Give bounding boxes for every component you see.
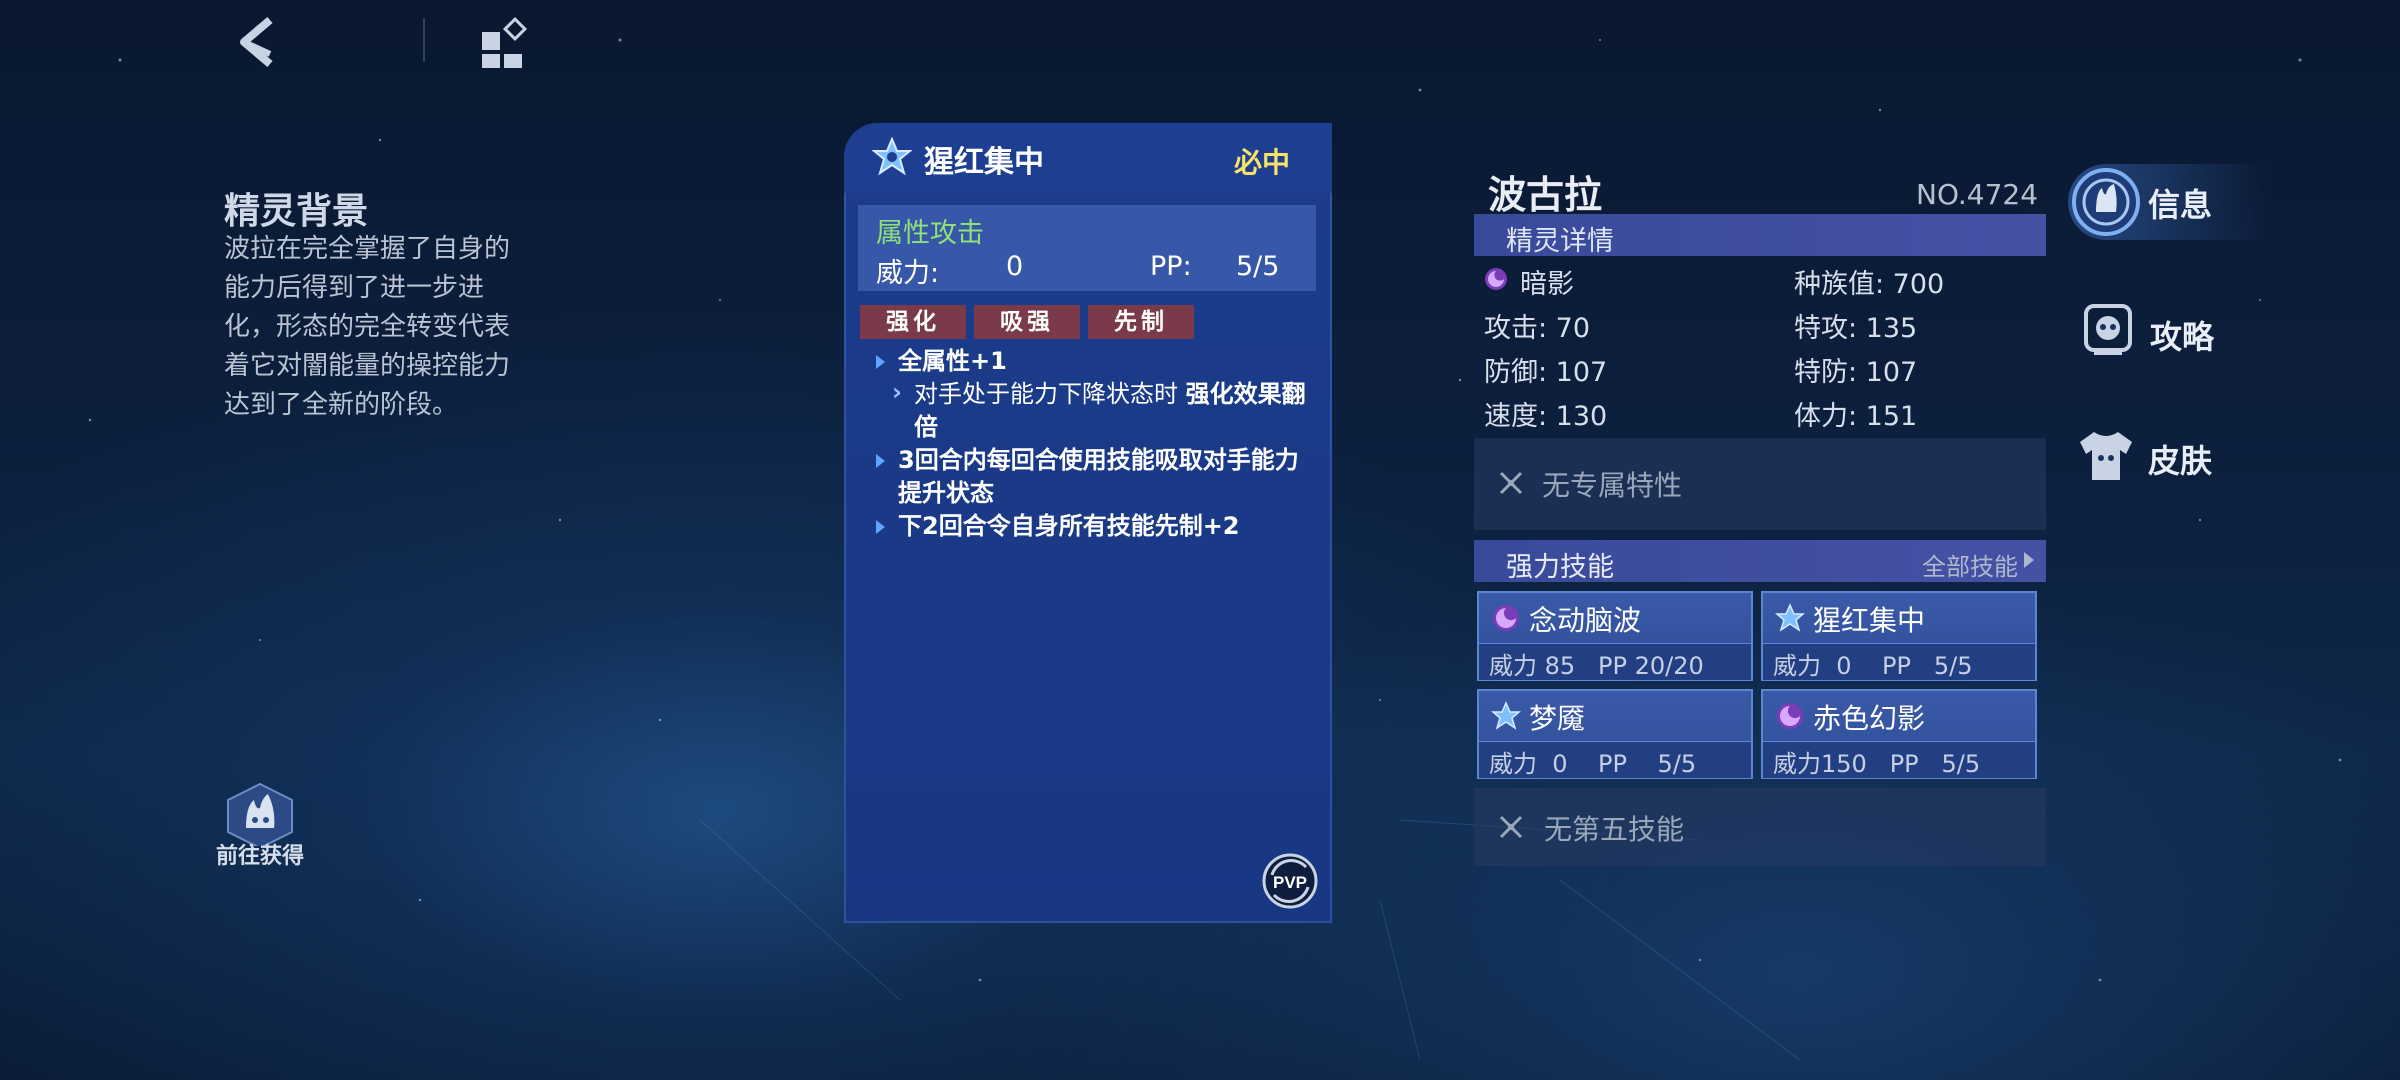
skill-tile-name: 念动脑波 (1529, 604, 1642, 637)
sure-hit-badge: 必中 (1233, 146, 1290, 179)
pp-value: 5/5 (1236, 251, 1280, 282)
background-title: 精灵背景 (224, 191, 369, 232)
skill-title: 猩红集中 (924, 145, 1044, 180)
menu-button[interactable] (478, 16, 532, 70)
attack-info-box: 属性攻击 威力: 0 PP: 5/5 (858, 205, 1316, 291)
pp-label: PP: (1150, 251, 1192, 282)
fifth-skill-box: 无第五技能 (1474, 788, 2046, 866)
shadow-type-icon (1485, 268, 1507, 290)
pet-detail-header: 精灵详情 (1474, 214, 2046, 257)
skill-effects: 全属性+1 对手处于能力下降状态时 强化效果翻倍 3回合内每回合使用技能吸取对手… (874, 345, 1314, 543)
tab-guide-label: 攻略 (2150, 318, 2215, 356)
pet-name: 波古拉 (1488, 173, 1603, 217)
skill-tile[interactable]: 梦魇 威力 0 PP 5/5 (1477, 689, 1753, 779)
power-skills-header: 强力技能 全部技能 (1474, 540, 2046, 583)
tab-info-label: 信息 (2148, 186, 2213, 224)
skill-tag: 先制 (1088, 305, 1194, 339)
stat-sp-attack: 特攻: 135 (1794, 313, 1918, 344)
pet-number: NO.4724 (1916, 178, 2039, 211)
skill-tile-stat: 威力 85 PP 20/20 (1489, 652, 1704, 680)
star-element-icon (1775, 603, 1805, 632)
effect-sub-text: 对手处于能力下降状态时 (914, 380, 1186, 408)
cross-icon (1499, 471, 1523, 495)
pvp-toggle-button[interactable]: PVP (1262, 853, 1318, 909)
goto-obtain-label: 前往获得 (215, 844, 304, 869)
info-tab-icon (2072, 168, 2140, 236)
trait-text: 无专属特性 (1542, 469, 1683, 502)
stat-defense: 防御: 107 (1484, 357, 1608, 388)
flame-hex-icon (227, 782, 293, 846)
stat-attack: 攻击: 70 (1484, 313, 1591, 344)
back-button[interactable] (226, 14, 286, 70)
background-text: 波拉在完全掌握了自身的能力后得到了进一步进化，形态的完全转变代表着它对闇能量的操… (224, 234, 511, 420)
nav-divider (423, 18, 425, 62)
tab-guide[interactable]: 攻略 (2078, 296, 2248, 366)
effect-sub-item: 对手处于能力下降状态时 强化效果翻倍 (874, 376, 1314, 444)
pvp-label: PVP (1273, 873, 1307, 892)
effect-item: 全属性+1 (874, 345, 1314, 378)
grid-menu-icon (482, 16, 528, 68)
attack-type: 属性攻击 (876, 218, 984, 249)
skill-tile[interactable]: 赤色幻影 威力150 PP 5/5 (1761, 689, 2037, 779)
pvp-icon: PVP (1262, 853, 1318, 909)
all-skills-link[interactable]: 全部技能 (1922, 547, 2034, 582)
skill-tile-stat: 威力150 PP 5/5 (1773, 750, 1981, 778)
stat-speed: 速度: 130 (1484, 401, 1608, 432)
trait-box: 无专属特性 (1474, 438, 2046, 530)
cross-icon (1499, 815, 1523, 839)
tab-skin[interactable]: 皮肤 (2076, 422, 2246, 492)
pet-detail-label: 精灵详情 (1506, 226, 1614, 257)
guide-icon (2084, 304, 2132, 355)
power-skills-label: 强力技能 (1506, 552, 1614, 583)
skill-tile-name: 赤色幻影 (1813, 702, 1926, 735)
star-element-icon (1491, 701, 1521, 730)
power-value: 0 (1006, 251, 1024, 282)
star-element-icon (872, 137, 912, 176)
skill-tag: 强化 (860, 305, 966, 339)
stat-hp: 体力: 151 (1794, 401, 1918, 432)
goto-obtain-button[interactable]: 前往获得 (210, 780, 310, 870)
skill-tile[interactable]: 猩红集中 威力 0 PP 5/5 (1761, 591, 2037, 681)
skill-tag: 吸强 (974, 305, 1080, 339)
skill-detail-card: 猩红集中 必中 属性攻击 威力: 0 PP: 5/5 强化 吸强 先制 全属性+… (844, 123, 1332, 923)
skill-tile-stat: 威力 0 PP 5/5 (1489, 750, 1697, 778)
shadow-type-icon (1777, 703, 1803, 729)
shadow-type-icon (1493, 605, 1519, 631)
skill-card-header: 猩红集中 必中 (844, 123, 1332, 193)
skin-shirt-icon (2080, 432, 2132, 480)
skill-tile-name: 梦魇 (1529, 702, 1586, 735)
back-chevron-icon (240, 16, 273, 68)
skill-tile[interactable]: 念动脑波 威力 85 PP 20/20 (1477, 591, 1753, 681)
effect-item: 下2回合令自身所有技能先制+2 (874, 510, 1314, 543)
fifth-skill-text: 无第五技能 (1544, 813, 1685, 846)
pet-type: 暗影 (1520, 269, 1574, 300)
stat-total: 种族值: 700 (1794, 269, 1945, 300)
stat-sp-defense: 特防: 107 (1794, 357, 1918, 388)
effect-item: 3回合内每回合使用技能吸取对手能力提升状态 (874, 444, 1314, 510)
skill-tile-name: 猩红集中 (1813, 604, 1926, 637)
tab-skin-label: 皮肤 (2148, 442, 2213, 480)
power-label: 威力: (876, 258, 940, 289)
tab-info[interactable]: 信息 (2068, 164, 2268, 240)
skill-tile-stat: 威力 0 PP 5/5 (1773, 652, 1973, 680)
